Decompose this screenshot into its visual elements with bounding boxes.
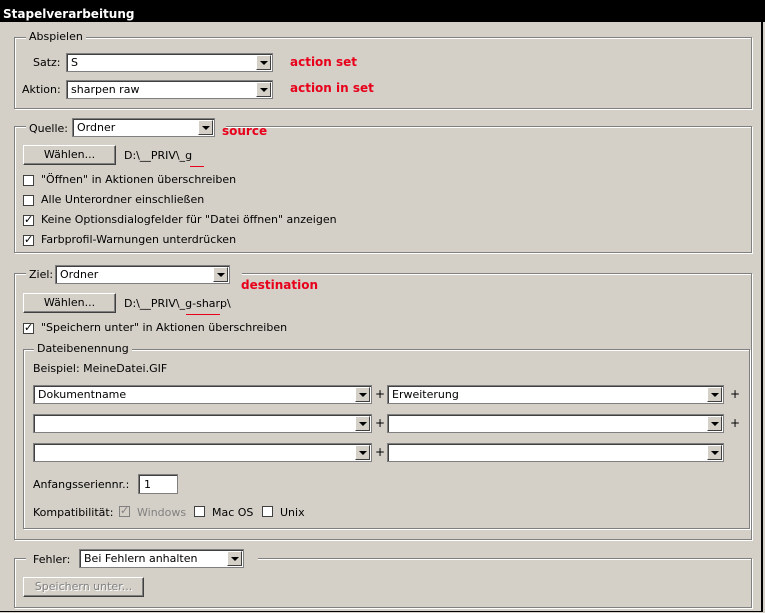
source-label: Quelle: bbox=[29, 122, 68, 135]
plus-sign: + bbox=[375, 387, 386, 401]
destination-choose-button[interactable]: Wählen... bbox=[23, 293, 116, 313]
naming-row1-right-select[interactable]: Erweiterung bbox=[387, 385, 724, 404]
chevron-down-icon[interactable] bbox=[355, 416, 370, 431]
checkbox-include-subfolders[interactable] bbox=[23, 195, 34, 206]
serial-label: Anfangsseriennr.: bbox=[33, 478, 130, 491]
chevron-down-icon[interactable] bbox=[707, 416, 722, 431]
chevron-down-icon[interactable] bbox=[256, 55, 271, 70]
naming-row1-left-value: Dokumentname bbox=[38, 388, 127, 401]
chevron-down-icon[interactable] bbox=[213, 267, 228, 282]
annotation-action-in-set: action in set bbox=[290, 81, 374, 95]
action-label: Aktion: bbox=[22, 83, 61, 96]
source-select[interactable]: Ordner bbox=[72, 118, 215, 137]
chevron-down-icon[interactable] bbox=[256, 82, 271, 97]
label-include-subfolders: Alle Unterordner einschließen bbox=[41, 193, 205, 206]
errors-select[interactable]: Bei Fehlern anhalten bbox=[79, 549, 244, 568]
source-choose-button[interactable]: Wählen... bbox=[23, 145, 116, 165]
label-suppress-color-warnings: Farbprofil-Warnungen unterdrücken bbox=[41, 233, 237, 246]
destination-select[interactable]: Ordner bbox=[55, 265, 230, 284]
label-compat-macos: Mac OS bbox=[212, 506, 254, 519]
destination-path: D:\__PRIV\_g-sharp\ bbox=[124, 297, 231, 310]
checkbox-override-save-as[interactable] bbox=[23, 321, 34, 334]
naming-row3-right-select[interactable] bbox=[387, 443, 724, 462]
naming-legend: Dateibenennung bbox=[34, 342, 132, 355]
naming-group bbox=[23, 349, 750, 529]
naming-row3-left-select[interactable] bbox=[33, 443, 372, 462]
destination-label: Ziel: bbox=[29, 268, 54, 281]
annotation-action-set: action set bbox=[290, 55, 358, 69]
window-title: Stapelverarbeitung bbox=[0, 0, 765, 22]
set-label: Satz: bbox=[33, 56, 61, 69]
errors-select-value: Bei Fehlern anhalten bbox=[84, 552, 198, 565]
source-path: D:\__PRIV\_g bbox=[124, 149, 193, 162]
destination-path-underline bbox=[186, 314, 220, 315]
naming-row1-left-select[interactable]: Dokumentname bbox=[33, 385, 372, 404]
label-compat-unix: Unix bbox=[280, 506, 305, 519]
checkbox-compat-windows bbox=[119, 504, 130, 517]
chevron-down-icon[interactable] bbox=[707, 387, 722, 402]
chevron-down-icon[interactable] bbox=[355, 387, 370, 402]
annotation-source: source bbox=[222, 124, 268, 138]
checkbox-suppress-color-warnings[interactable] bbox=[23, 233, 34, 246]
plus-sign: + bbox=[375, 416, 386, 430]
label-compat-windows: Windows bbox=[137, 506, 187, 519]
source-select-value: Ordner bbox=[77, 121, 116, 134]
plus-sign: + bbox=[730, 416, 741, 430]
source-path-underline bbox=[190, 166, 204, 167]
set-select[interactable]: S bbox=[66, 53, 273, 72]
serial-number-input[interactable]: 1 bbox=[138, 474, 178, 494]
checkbox-compat-unix[interactable] bbox=[262, 506, 273, 517]
chevron-down-icon[interactable] bbox=[355, 445, 370, 460]
annotation-destination: destination bbox=[241, 278, 318, 292]
chevron-down-icon[interactable] bbox=[227, 551, 242, 566]
plus-sign: + bbox=[375, 445, 386, 459]
label-override-save-as: "Speichern unter" in Aktionen überschrei… bbox=[41, 321, 288, 334]
checkbox-suppress-open-dialogs[interactable] bbox=[23, 213, 34, 226]
chevron-down-icon[interactable] bbox=[707, 445, 722, 460]
label-suppress-open-dialogs: Keine Optionsdialogfelder für "Datei öff… bbox=[41, 213, 337, 226]
destination-select-value: Ordner bbox=[60, 268, 99, 281]
serial-number-value: 1 bbox=[144, 478, 151, 491]
save-as-button: Speichern unter... bbox=[23, 577, 144, 597]
play-legend: Abspielen bbox=[26, 30, 86, 43]
checkbox-compat-macos[interactable] bbox=[194, 506, 205, 517]
naming-row2-right-select[interactable] bbox=[387, 414, 724, 433]
checkbox-override-open[interactable] bbox=[23, 175, 34, 186]
label-override-open: "Öffnen" in Aktionen überschreiben bbox=[41, 173, 237, 186]
compat-label: Kompatibilität: bbox=[33, 506, 114, 519]
action-select-value: sharpen raw bbox=[71, 83, 140, 96]
naming-row2-left-select[interactable] bbox=[33, 414, 372, 433]
errors-label: Fehler: bbox=[33, 553, 71, 566]
action-select[interactable]: sharpen raw bbox=[66, 80, 273, 99]
plus-sign: + bbox=[730, 387, 741, 401]
naming-row1-right-value: Erweiterung bbox=[392, 388, 459, 401]
naming-example: Beispiel: MeineDatei.GIF bbox=[33, 362, 168, 375]
set-select-value: S bbox=[71, 56, 78, 69]
chevron-down-icon[interactable] bbox=[198, 120, 213, 135]
